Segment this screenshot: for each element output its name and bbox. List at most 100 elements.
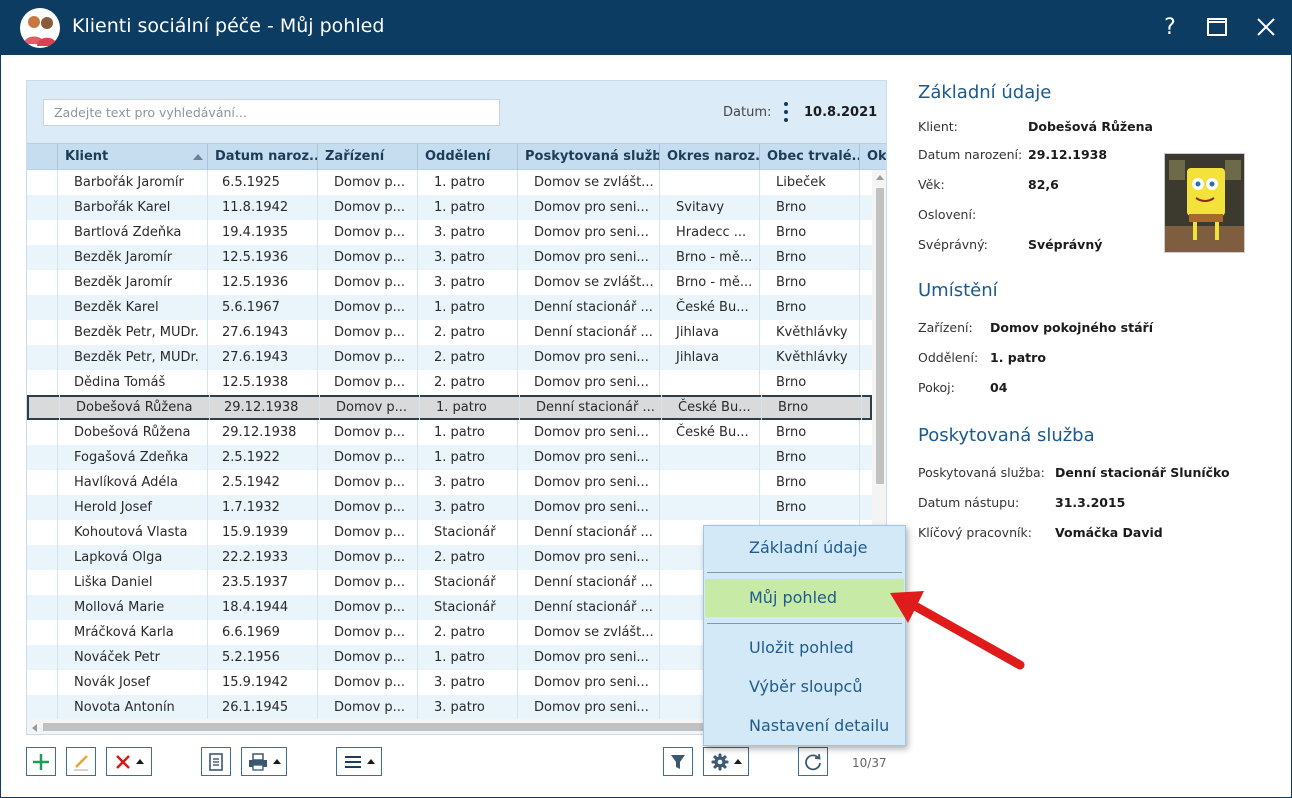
row-selector	[29, 395, 59, 420]
add-button[interactable]	[26, 747, 56, 776]
document-icon	[209, 752, 223, 771]
vertical-scroll-thumb[interactable]	[876, 188, 884, 484]
cell-client: Barbořák Jaromír	[57, 170, 207, 195]
cell-birth-date: 5.6.1967	[207, 295, 317, 320]
table-row[interactable]: Dobešová Růžena 29.12.1938 Domov p... 1. pa…	[27, 420, 872, 445]
close-icon	[1257, 18, 1275, 36]
date-options-icon[interactable]	[782, 102, 790, 122]
cell-birth-date: 15.9.1942	[207, 670, 317, 695]
cell-birth-date: 23.5.1937	[207, 570, 317, 595]
edit-button[interactable]	[66, 747, 96, 776]
table-row[interactable]: Bezděk Jaromír 12.5.1936 Domov p... 3. patr…	[27, 245, 872, 270]
cell-district	[859, 495, 872, 520]
cell-client: Bezděk Jaromír	[57, 270, 207, 295]
scroll-up-icon[interactable]	[876, 175, 884, 180]
table-row[interactable]: Barbořák Karel 11.8.1942 Domov p... 1. patr…	[27, 195, 872, 220]
cell-department: 2. patro	[417, 370, 517, 395]
cell-department: 2. patro	[417, 545, 517, 570]
menu-item-detail-settings[interactable]: Nastavení detailu	[705, 707, 904, 745]
table-row[interactable]: Havlíková Adéla 2.5.1942 Domov p... 3. patr…	[27, 470, 872, 495]
cell-birth-date: 15.9.1939	[207, 520, 317, 545]
start-date-value: 31.3.2015	[1055, 495, 1126, 510]
cell-birth-district	[659, 495, 759, 520]
cell-department: 3. patro	[417, 470, 517, 495]
row-selector	[27, 520, 57, 545]
chevron-up-icon	[733, 759, 742, 764]
cell-service: Denní stacionář ...	[517, 320, 659, 345]
close-button[interactable]	[1249, 10, 1283, 44]
cell-facility: Domov p...	[317, 195, 417, 220]
horizontal-scroll-thumb[interactable]	[43, 723, 723, 731]
menu-item-basic-data[interactable]: Základní údaje	[705, 529, 904, 567]
section-title-basic: Základní údaje	[918, 82, 1052, 103]
chevron-up-icon	[135, 759, 144, 764]
cell-birth-date: 2.5.1942	[207, 470, 317, 495]
cell-department: 1. patro	[417, 420, 517, 445]
cell-service: Domov pro seni...	[517, 220, 659, 245]
cell-client: Bezděk Petr, MUDr.	[57, 320, 207, 345]
print-button[interactable]	[241, 747, 287, 776]
table-row[interactable]: Bezděk Karel 5.6.1967 Domov p... 1. patro De…	[27, 295, 872, 320]
cell-department: 3. patro	[417, 695, 517, 719]
cell-district	[859, 320, 872, 345]
cell-client: Herold Josef	[57, 495, 207, 520]
cell-birth-district	[659, 445, 759, 470]
cell-service: Denní stacionář ...	[517, 570, 659, 595]
scroll-left-icon[interactable]	[32, 724, 37, 732]
filter-button[interactable]	[663, 747, 693, 776]
table-row[interactable]: Bezděk Petr, MUDr. 27.6.1943 Domov p... 2. …	[27, 320, 872, 345]
cell-facility: Domov p...	[317, 595, 417, 620]
cell-birth-date: 12.5.1938	[207, 370, 317, 395]
maximize-button[interactable]	[1200, 10, 1234, 44]
date-value[interactable]: 10.8.2021	[804, 105, 877, 120]
column-header-birth-district[interactable]: Okres naroz...	[659, 144, 759, 170]
cell-district	[859, 370, 872, 395]
cell-facility: Domov p...	[317, 570, 417, 595]
help-button[interactable]: ?	[1153, 10, 1187, 44]
cell-client: Novota Antonín	[57, 695, 207, 719]
column-header-service[interactable]: Poskytovaná služba	[517, 144, 659, 170]
cell-residence: Květhlávky	[759, 320, 859, 345]
cell-facility: Domov p...	[317, 170, 417, 195]
menu-item-save-view[interactable]: Uložit pohled	[705, 629, 904, 667]
cell-service: Domov pro seni...	[517, 495, 659, 520]
row-selector	[27, 420, 57, 445]
table-row[interactable]: Barbořák Jaromír 6.5.1925 Domov p... 1. pat…	[27, 170, 872, 195]
cell-birth-date: 11.8.1942	[207, 195, 317, 220]
table-row[interactable]: Dědina Tomáš 12.5.1938 Domov p... 2. patro D…	[27, 370, 872, 395]
cell-residence: Brno	[761, 395, 861, 420]
age-value: 82,6	[1028, 177, 1059, 192]
cell-client: Dobešová Růžena	[59, 395, 209, 420]
column-header-facility[interactable]: Zařízení	[317, 144, 417, 170]
cell-department: Stacionář	[417, 570, 517, 595]
column-header-department[interactable]: Oddělení	[417, 144, 517, 170]
delete-icon	[115, 754, 130, 769]
menu-button[interactable]	[336, 747, 382, 776]
table-row[interactable]: Fogašová Zdeňka 2.5.1922 Domov p... 1. patr…	[27, 445, 872, 470]
cell-district	[859, 170, 872, 195]
column-header-client[interactable]: Klient	[57, 144, 207, 170]
table-row[interactable]: Bartlová Zdeňka 19.4.1935 Domov p... 3. pat…	[27, 220, 872, 245]
search-input[interactable]	[43, 99, 500, 126]
table-row[interactable]: Bezděk Jaromír 12.5.1936 Domov p... 3. patr…	[27, 270, 872, 295]
delete-button[interactable]	[106, 747, 152, 776]
cell-facility: Domov p...	[317, 520, 417, 545]
cell-district	[861, 395, 872, 420]
cell-residence: Brno	[759, 270, 859, 295]
cell-service: Domov pro seni...	[517, 445, 659, 470]
cell-birth-date: 2.5.1922	[207, 445, 317, 470]
column-header-residence[interactable]: Obec trvalé...	[759, 144, 859, 170]
table-row[interactable]: Dobešová Růžena 29.12.1938 Domov p... 1. pa…	[27, 395, 872, 420]
column-header-birth-date[interactable]: Datum naroz...	[207, 144, 317, 170]
column-header-district[interactable]: Okr	[859, 144, 886, 170]
menu-item-column-selection[interactable]: Výběr sloupců	[705, 668, 904, 706]
settings-button[interactable]	[703, 747, 749, 776]
cell-district	[859, 445, 872, 470]
cell-service: Domov pro seni...	[517, 370, 659, 395]
document-button[interactable]	[201, 747, 231, 776]
cell-residence: Brno	[759, 220, 859, 245]
table-row[interactable]: Herold Josef 1.7.1932 Domov p... 3. patro Do…	[27, 495, 872, 520]
refresh-button[interactable]	[798, 747, 828, 776]
menu-item-my-view[interactable]: Můj pohled	[705, 579, 904, 617]
table-row[interactable]: Bezděk Petr, MUDr. 27.6.1943 Domov p... 2. …	[27, 345, 872, 370]
